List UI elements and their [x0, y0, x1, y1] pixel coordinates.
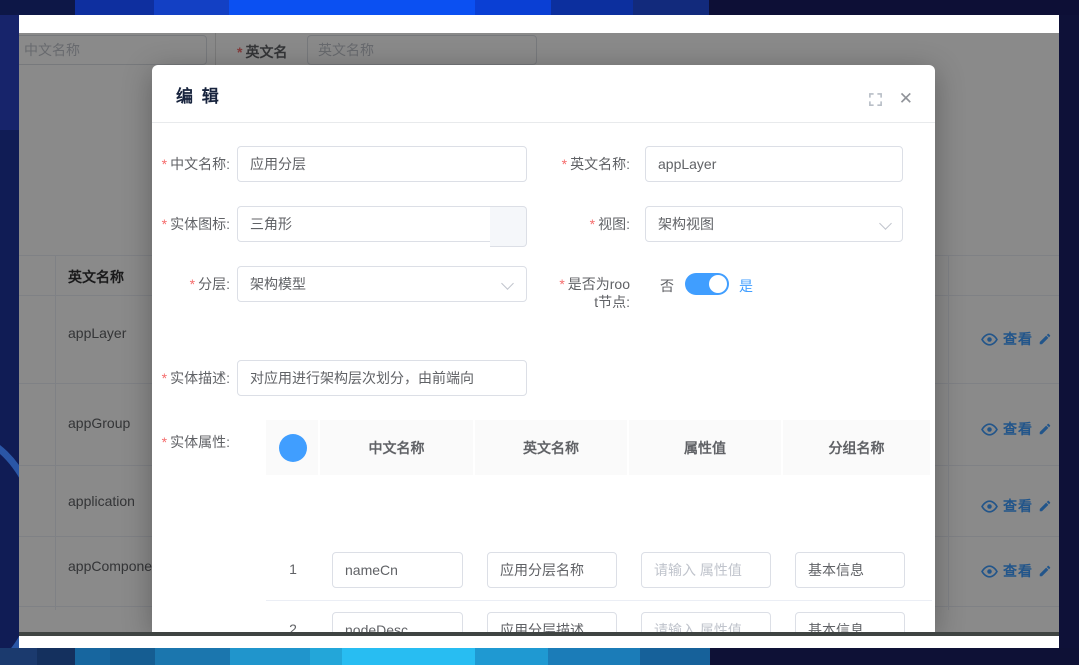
required-asterisk: * [190, 276, 195, 292]
required-asterisk: * [162, 434, 167, 450]
attr-row-index: 2 [266, 621, 320, 632]
attr-cn-input[interactable] [332, 552, 463, 588]
entity-desc-input[interactable] [237, 360, 527, 396]
edit-dialog: 编 辑 ✕ *中文名称: *英文名称: *实体图标: *视图: 架构视图 [152, 65, 935, 632]
close-icon[interactable]: ✕ [899, 92, 913, 106]
attr-row-border [266, 600, 932, 601]
toggle-off-label: 否 [660, 276, 674, 296]
attr-en-input[interactable] [487, 552, 617, 588]
app-window: *英文名 英文名称 appLayer appGroup application … [19, 15, 1059, 648]
name-en-label: *英文名称: [542, 155, 630, 173]
entity-desc-label: *实体描述: [152, 369, 230, 387]
attr-group-input[interactable] [795, 552, 905, 588]
view-select-value: 架构视图 [658, 216, 714, 232]
entity-attrs-label: *实体属性: [152, 433, 230, 451]
window-bottom-strip [19, 636, 1059, 648]
required-asterisk: * [162, 156, 167, 172]
attr-header-name-en: 英文名称 [475, 420, 629, 475]
layer-select-value: 架构模型 [250, 276, 306, 292]
attr-group-input[interactable] [795, 612, 905, 632]
chevron-down-icon [879, 217, 892, 230]
attr-cn-input[interactable] [332, 612, 463, 632]
attr-row-index: 1 [266, 561, 320, 577]
view-label: *视图: [542, 215, 630, 233]
name-en-input[interactable] [645, 146, 903, 182]
chevron-down-icon [501, 277, 514, 290]
layer-label: *分层: [152, 275, 230, 293]
required-asterisk: * [162, 370, 167, 386]
view-select[interactable]: 架构视图 [645, 206, 903, 242]
fullscreen-icon[interactable] [868, 92, 883, 112]
entity-icon-input[interactable] [237, 206, 491, 242]
entity-icon-label: *实体图标: [152, 215, 230, 233]
attr-value-input[interactable] [641, 552, 771, 588]
toggle-knob [709, 275, 727, 293]
dialog-header-divider [152, 122, 935, 123]
name-cn-input[interactable] [237, 146, 527, 182]
is-root-label: *是否为roo t节点: [542, 275, 630, 311]
wallpaper-top-strip [0, 0, 1079, 15]
attr-value-input[interactable] [641, 612, 771, 632]
layer-select[interactable]: 架构模型 [237, 266, 527, 302]
name-cn-label: *中文名称: [152, 155, 230, 173]
attr-header-value: 属性值 [629, 420, 783, 475]
required-asterisk: * [590, 216, 595, 232]
icon-picker-button[interactable] [490, 206, 527, 247]
required-asterisk: * [162, 216, 167, 232]
attr-header-name-cn: 中文名称 [320, 420, 475, 475]
attr-header-group: 分组名称 [783, 420, 932, 475]
toggle-on-label: 是 [739, 276, 753, 296]
dialog-title: 编 辑 [176, 82, 221, 107]
wallpaper-left-border [0, 15, 19, 648]
add-attribute-button[interactable] [279, 434, 307, 462]
required-asterisk: * [562, 156, 567, 172]
wallpaper-bottom-strip [0, 648, 1079, 665]
root-toggle[interactable] [685, 273, 729, 295]
attr-en-input[interactable] [487, 612, 617, 632]
required-asterisk: * [559, 276, 564, 292]
wallpaper-right-border [1059, 15, 1079, 648]
